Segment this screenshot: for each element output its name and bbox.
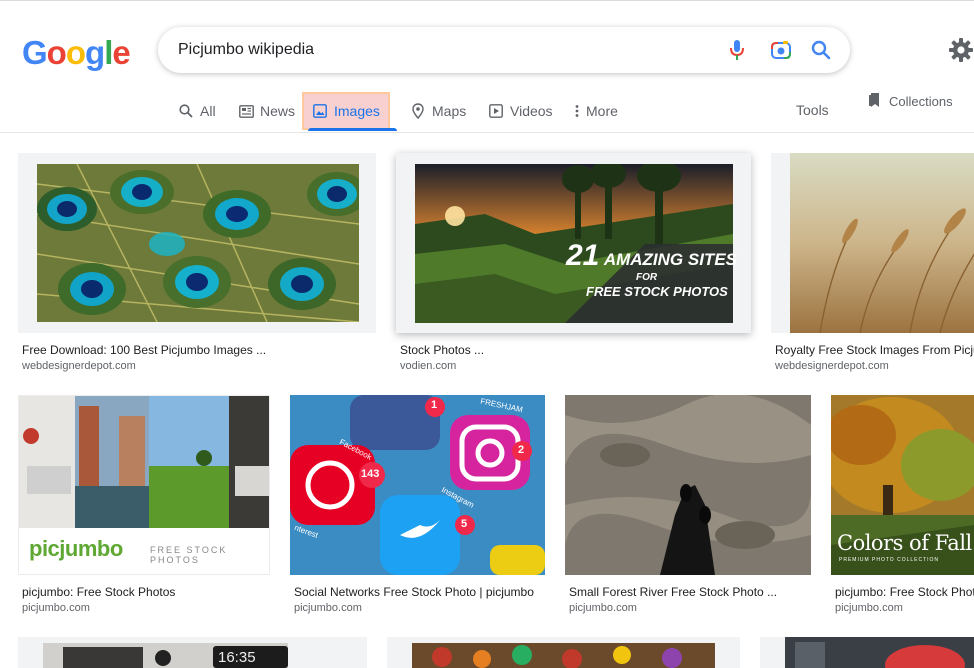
logo-letter: G — [22, 34, 48, 71]
result-title: Stock Photos ... — [400, 343, 485, 357]
collections-label: Collections — [889, 94, 953, 109]
result-title: Free Download: 100 Best Picjumbo Images … — [22, 343, 267, 357]
result-source: picjumbo.com — [569, 602, 637, 614]
search-icon — [178, 103, 194, 119]
gear-icon[interactable] — [948, 37, 974, 63]
logo-letter: o — [46, 34, 67, 71]
logo-letter: e — [112, 34, 130, 71]
result-source: vodien.com — [400, 360, 457, 372]
badge-pinterest: 143 — [361, 468, 380, 480]
header-divider — [0, 132, 974, 133]
logo-letter: g — [85, 34, 105, 71]
tab-label: News — [260, 103, 296, 119]
tools-button[interactable]: Tools — [796, 102, 829, 118]
overlay-clock: 16:35 — [218, 649, 256, 666]
overlay-subline: FREE STOCK PHOTOS — [586, 284, 728, 299]
picjumbo-brand: picjumbo — [29, 536, 123, 562]
result-thumbnail: 1 2 143 5 FRESHJAM Facebook Instagram nt… — [290, 395, 545, 575]
result-thumbnail: 16:35 — [18, 637, 367, 668]
tab-videos[interactable]: Videos — [488, 94, 553, 128]
brand-tagline: FREE STOCK PHOTOS — [150, 545, 228, 565]
result-source: picjumbo.com — [294, 602, 362, 614]
result-thumbnail: picjumbo FREE STOCK PHOTOS — [18, 395, 270, 575]
image-result[interactable]: Small Forest River Free Stock Photo ... … — [565, 395, 811, 617]
play-icon — [488, 103, 504, 119]
result-title: Small Forest River Free Stock Photo ... — [569, 585, 778, 599]
badge-twitter: 5 — [461, 518, 468, 530]
result-source: webdesignerdepot.com — [22, 360, 136, 372]
image-result[interactable] — [760, 637, 974, 668]
overlay-headline: Colors of Fall — [837, 531, 972, 555]
result-thumbnail — [387, 637, 740, 668]
collections-button[interactable]: Collections — [868, 92, 953, 111]
image-result[interactable]: Royalty Free Stock Images From Picjumbo … — [771, 153, 974, 375]
overlay-text: 21 AMAZING SITES FOR FREE STOCK PHOTOS — [566, 239, 746, 299]
camera-lens-icon[interactable] — [769, 38, 793, 62]
result-title: picjumbo: Free Stock Photos — [835, 585, 974, 599]
tab-maps[interactable]: Maps — [410, 94, 466, 128]
image-result[interactable]: picjumbo FREE STOCK PHOTOS picjumbo: Fre… — [18, 395, 270, 617]
image-result[interactable]: 16:35 — [18, 637, 367, 668]
result-source: picjumbo.com — [835, 602, 903, 614]
tab-label: More — [586, 103, 618, 119]
result-title: picjumbo: Free Stock Photos — [22, 585, 176, 599]
newspaper-icon — [238, 103, 254, 119]
logo-letter: o — [65, 34, 86, 71]
image-icon — [312, 103, 328, 119]
overlay-number: 21 — [566, 239, 600, 272]
map-pin-icon — [410, 103, 426, 119]
logo-letter: l — [104, 34, 113, 71]
microphone-icon[interactable] — [725, 38, 749, 62]
overlay-headline: AMAZING SITES — [603, 250, 737, 269]
image-result[interactable]: Free Download: 100 Best Picjumbo Images … — [18, 153, 376, 375]
tab-label: Videos — [510, 103, 553, 119]
result-thumbnail — [771, 153, 974, 333]
tab-label: Images — [334, 103, 380, 119]
tab-all[interactable]: All — [178, 94, 216, 128]
tab-images[interactable]: Images — [302, 92, 390, 130]
brand-name: picjumbo — [29, 536, 123, 561]
result-source: picjumbo.com — [22, 602, 90, 614]
result-title: Royalty Free Stock Images From Picjumbo — [775, 343, 974, 357]
search-box — [158, 27, 850, 73]
search-input[interactable] — [178, 38, 718, 62]
tab-label: Maps — [432, 103, 467, 119]
badge-instagram: 2 — [518, 444, 525, 456]
top-border — [0, 0, 974, 1]
google-logo[interactable]: Google — [22, 34, 131, 72]
badge-facebook: 1 — [431, 399, 438, 411]
result-thumbnail — [760, 637, 974, 668]
image-result[interactable]: Colors of Fall PREMIUM PHOTO COLLECTION … — [831, 395, 974, 617]
image-result[interactable] — [387, 637, 740, 668]
result-thumbnail: Colors of Fall PREMIUM PHOTO COLLECTION — [831, 395, 974, 575]
result-thumbnail — [565, 395, 811, 575]
image-result[interactable]: 1 2 143 5 FRESHJAM Facebook Instagram nt… — [290, 395, 545, 617]
search-icon[interactable] — [809, 38, 833, 62]
bookmark-icon — [868, 92, 882, 111]
result-thumbnail: 21 AMAZING SITES FOR FREE STOCK PHOTOS — [396, 153, 751, 333]
result-source: webdesignerdepot.com — [775, 360, 889, 372]
image-result[interactable]: 21 AMAZING SITES FOR FREE STOCK PHOTOS S… — [396, 153, 751, 375]
overlay-subline: PREMIUM PHOTO COLLECTION — [839, 557, 940, 563]
active-tab-indicator — [308, 128, 397, 131]
overlay-for: FOR — [636, 272, 658, 283]
more-vert-icon — [574, 103, 580, 119]
tab-news[interactable]: News — [238, 94, 295, 128]
result-title: Social Networks Free Stock Photo | picju… — [294, 585, 534, 599]
tab-label: All — [200, 103, 216, 119]
result-thumbnail — [18, 153, 376, 333]
tab-more[interactable]: More — [574, 94, 618, 128]
